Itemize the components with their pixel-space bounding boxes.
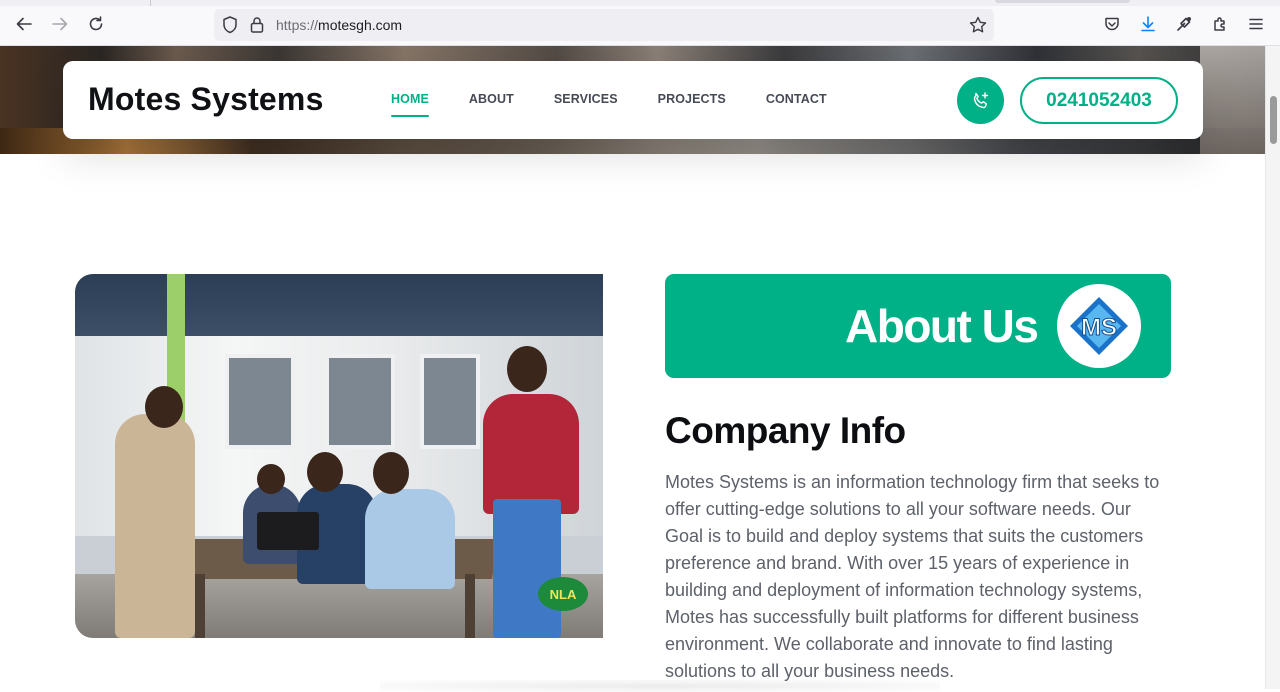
site-header: Motes Systems HOME ABOUT SERVICES PROJEC… — [63, 61, 1203, 139]
forward-button[interactable] — [49, 13, 71, 35]
company-info-heading: Company Info — [665, 410, 906, 451]
download-icon — [1141, 16, 1155, 32]
photo-table-leg — [465, 574, 475, 638]
logo-letters: MS — [1081, 314, 1117, 341]
scrollbar-thumb[interactable] — [1270, 96, 1277, 144]
photo-person-head — [307, 452, 343, 492]
site-logo-text[interactable]: Motes Systems — [88, 81, 324, 118]
photo-person — [115, 414, 195, 638]
photo-person-head — [145, 386, 183, 428]
photo-person-head — [257, 464, 285, 494]
menu-button[interactable] — [1245, 13, 1267, 35]
hero-background-edge — [1200, 46, 1265, 154]
photo-person-head — [507, 346, 547, 392]
section-shadow — [380, 680, 940, 692]
photo-table-leg — [195, 574, 205, 638]
puzzle-piece-icon — [1214, 17, 1225, 31]
nav-contact[interactable]: CONTACT — [766, 92, 827, 106]
nav-about[interactable]: ABOUT — [469, 92, 514, 106]
main-nav: HOME ABOUT SERVICES PROJECTS CONTACT — [391, 92, 867, 117]
photo-window — [225, 354, 295, 449]
company-info-text: Motes Systems is an information technolo… — [665, 472, 1160, 681]
tracking-protection-shield-icon[interactable] — [221, 15, 239, 35]
downloads-button[interactable] — [1137, 13, 1159, 35]
back-button[interactable] — [13, 13, 35, 35]
photo-window — [420, 354, 480, 449]
pocket-icon — [1105, 17, 1119, 31]
phone-icon — [973, 91, 988, 108]
reload-icon — [89, 16, 103, 31]
photo-window — [325, 354, 395, 449]
url-host: motesgh.com — [318, 17, 403, 33]
about-banner: About Us MS — [665, 274, 1171, 378]
about-title: About Us — [845, 300, 1039, 352]
reload-button[interactable] — [85, 13, 107, 35]
call-button[interactable] — [957, 77, 1004, 124]
address-bar[interactable]: https://motesgh.com — [214, 9, 994, 41]
photo-person — [365, 489, 455, 589]
bookmark-star-icon[interactable] — [968, 15, 988, 35]
photo-person — [483, 394, 579, 514]
photo-person-head — [373, 452, 409, 494]
tab-separator — [150, 0, 151, 6]
ms-logo-icon: MS — [1070, 297, 1128, 355]
photo-person — [493, 499, 561, 638]
pocket-button[interactable] — [1101, 13, 1123, 35]
extensions-button[interactable] — [1209, 13, 1231, 35]
tab-strip — [0, 0, 1280, 6]
forward-arrow-icon — [52, 17, 68, 31]
url-scheme: https:// — [276, 17, 319, 33]
tab-edge — [995, 0, 1130, 3]
team-photo: NLA — [75, 274, 603, 638]
nav-home[interactable]: HOME — [391, 92, 429, 117]
phone-number-button[interactable]: 0241052403 — [1020, 77, 1178, 124]
eyedropper-button[interactable] — [1173, 13, 1195, 35]
browser-toolbar: https://motesgh.com — [0, 0, 1280, 46]
nav-projects[interactable]: PROJECTS — [658, 92, 726, 106]
photo-roof — [75, 274, 603, 336]
company-logo: MS — [1057, 284, 1141, 368]
page-scrollbar[interactable] — [1265, 46, 1280, 689]
eyedropper-icon — [1177, 17, 1191, 31]
url-text[interactable]: https://motesgh.com — [276, 17, 402, 33]
photo-laptop — [257, 512, 319, 550]
hamburger-menu-icon — [1249, 18, 1263, 30]
back-arrow-icon — [16, 17, 32, 31]
lock-icon[interactable] — [249, 15, 265, 35]
nav-services[interactable]: SERVICES — [554, 92, 618, 106]
nla-badge: NLA — [538, 577, 588, 611]
